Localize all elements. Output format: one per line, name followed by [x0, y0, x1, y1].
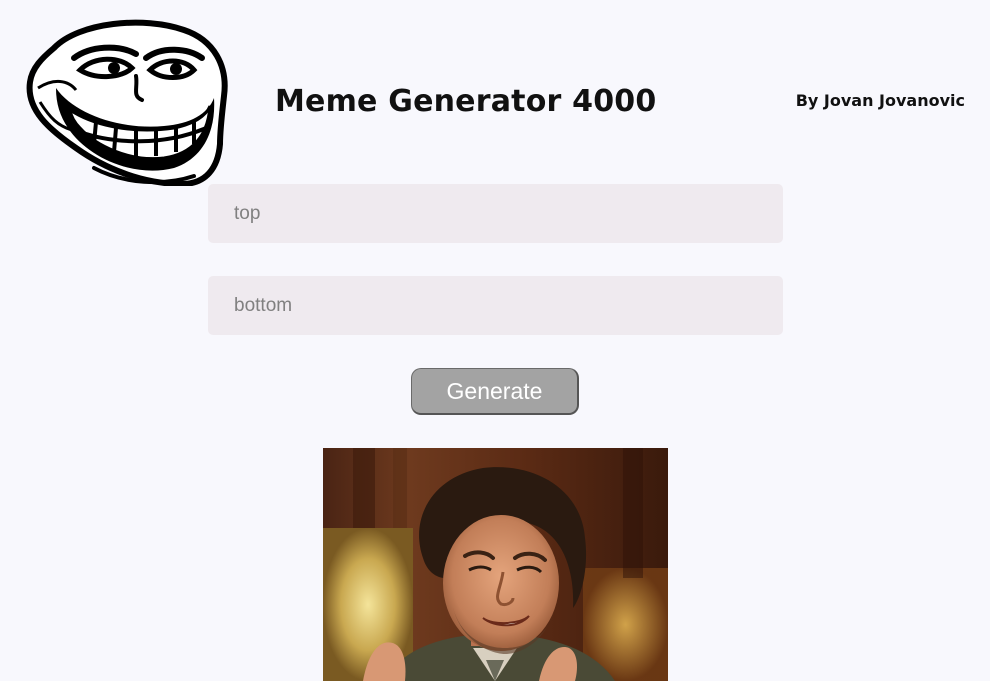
generate-button[interactable]: Generate: [411, 368, 579, 415]
author-credit: By Jovan Jovanovic: [795, 91, 965, 110]
page: Meme Generator 4000 By Jovan Jovanovic G…: [0, 0, 990, 681]
page-title: Meme Generator 4000: [275, 84, 657, 119]
bottom-text-input[interactable]: [208, 276, 783, 335]
trollface-icon: [26, 19, 228, 186]
top-text-input[interactable]: [208, 184, 783, 243]
meme-image: [323, 448, 668, 681]
